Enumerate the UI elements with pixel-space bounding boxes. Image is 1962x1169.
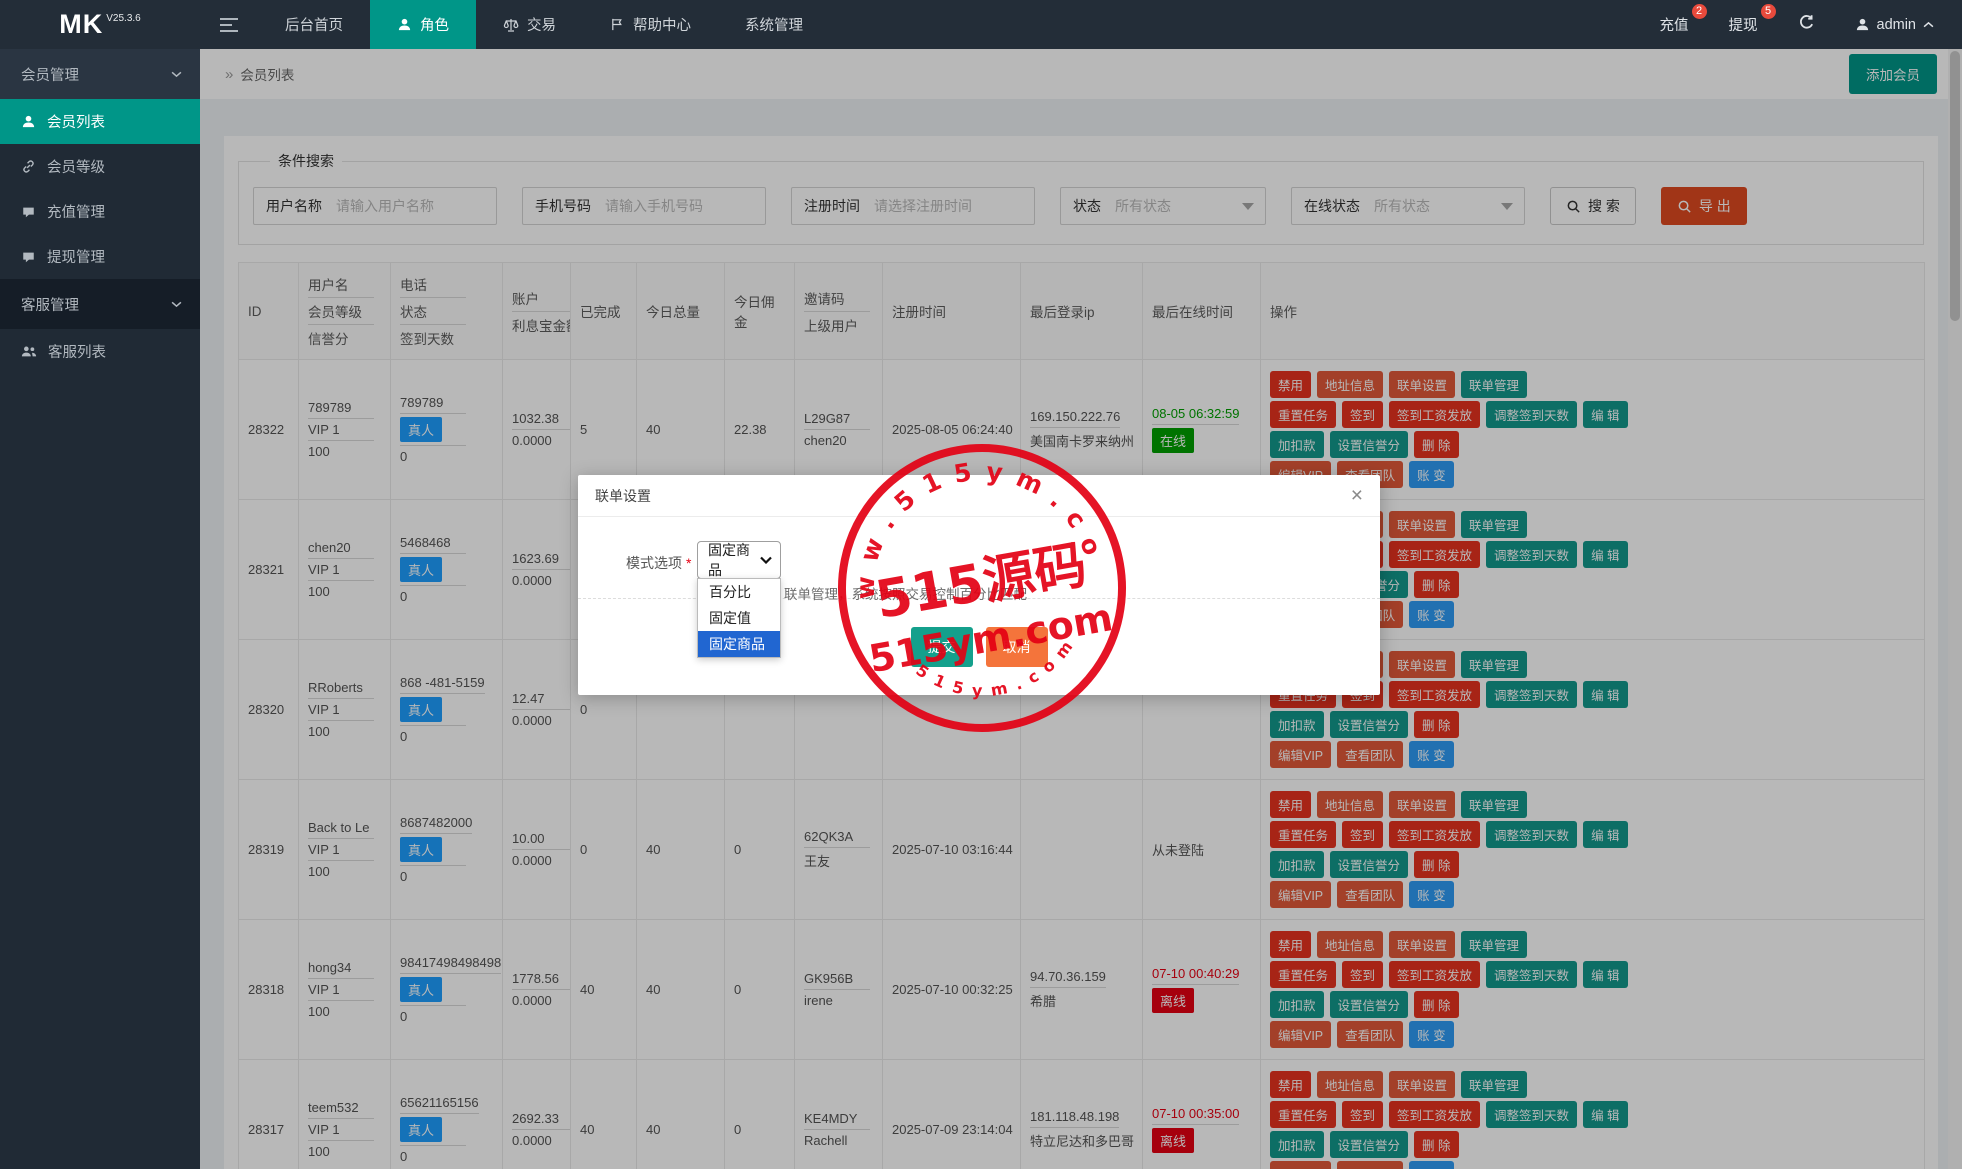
withdraw-count-badge: 5 (1761, 4, 1776, 19)
submit-button[interactable]: 提交 (911, 627, 973, 667)
sidebar-item-recharge-manage[interactable]: 充值管理 (0, 189, 200, 234)
hamburger-icon (220, 18, 238, 32)
service-list-icon (21, 345, 37, 358)
mode-hint-text: 联单管理，系统按照交易控制百分比匹配 (784, 583, 1027, 603)
nav-item-role[interactable]: 角色 (370, 0, 476, 49)
nav-item-label: 系统管理 (745, 14, 803, 35)
top-navbar: MK V25.3.6 后台首页 角色 交易 帮助中心 系统管理 充值2 提现5 admin (0, 0, 1962, 49)
nav-shortcut-withdraw[interactable]: 提现5 (1729, 14, 1758, 35)
withdraw-manage-icon (21, 250, 36, 264)
recharge-count-badge: 2 (1692, 4, 1707, 19)
refresh-button[interactable] (1798, 14, 1815, 35)
select-option-0[interactable]: 百分比 (698, 579, 780, 605)
user-menu[interactable]: admin (1855, 17, 1935, 33)
user-name: admin (1877, 17, 1917, 33)
refresh-icon (1798, 14, 1815, 31)
chevron-down-icon (171, 301, 182, 308)
modal-title: 联单设置 (595, 486, 651, 506)
help-center-icon (610, 17, 625, 32)
navbar-right: 充值2 提现5 admin (1660, 0, 1962, 49)
recharge-manage-icon (21, 205, 36, 219)
sidebar-group-label: 客服管理 (21, 294, 79, 315)
nav-item-label: 后台首页 (285, 14, 343, 35)
chevron-down-icon (760, 556, 772, 564)
sidebar-item-service-list[interactable]: 客服列表 (0, 329, 200, 374)
user-avatar-icon (1855, 17, 1870, 32)
sidebar-item-member-list[interactable]: 会员列表 (0, 99, 200, 144)
sidebar-item-label: 会员列表 (47, 111, 105, 132)
mode-select-dropdown: 百分比固定值固定商品 (697, 578, 781, 658)
select-option-2[interactable]: 固定商品 (698, 631, 780, 657)
mode-select[interactable]: 固定商品 (697, 541, 781, 579)
sidebar-item-label: 会员等级 (47, 156, 105, 177)
app-logo: MK V25.3.6 (0, 0, 200, 49)
nav-item-label: 交易 (527, 14, 556, 35)
nav-item-dashboard[interactable]: 后台首页 (258, 0, 370, 49)
sidebar-item-label: 充值管理 (47, 201, 105, 222)
member-level-icon (21, 159, 36, 174)
sidebar-group-service-manage[interactable]: 客服管理 (0, 279, 200, 329)
modal-header: 联单设置 × (578, 475, 1380, 517)
role-icon (397, 17, 412, 32)
select-option-1[interactable]: 固定值 (698, 605, 780, 631)
sidebar-item-label: 客服列表 (48, 341, 106, 362)
mode-select-value: 固定商品 (708, 540, 760, 580)
sidebar-item-withdraw-manage[interactable]: 提现管理 (0, 234, 200, 279)
nav-item-trade[interactable]: 交易 (476, 0, 583, 49)
sidebar: 会员管理会员列表会员等级充值管理提现管理客服管理客服列表 (0, 49, 200, 1169)
main-menu: 后台首页 角色 交易 帮助中心 系统管理 (258, 0, 830, 49)
required-asterisk: * (686, 555, 691, 571)
modal-body: 模式选项* 固定商品 百分比固定值固定商品 联单管理，系统按照交易控制百分比匹配 (578, 517, 1380, 598)
trade-icon (503, 17, 519, 33)
mode-field-label: 模式选项* (626, 553, 691, 573)
nav-item-label: 角色 (420, 14, 449, 35)
sidebar-group-label: 会员管理 (21, 64, 79, 85)
close-icon[interactable]: × (1351, 485, 1363, 506)
logo-text: MK (59, 9, 103, 40)
logo-version: V25.3.6 (106, 13, 140, 24)
nav-item-label: 帮助中心 (633, 14, 691, 35)
nav-item-system-manage[interactable]: 系统管理 (718, 0, 830, 49)
sidebar-toggle[interactable] (200, 0, 258, 49)
order-settings-modal: 联单设置 × 模式选项* 固定商品 百分比固定值固定商品 联单管理，系统按照交易… (578, 475, 1380, 695)
cancel-button[interactable]: 取消 (986, 627, 1048, 667)
chevron-down-icon (171, 71, 182, 78)
nav-shortcut-recharge[interactable]: 充值2 (1660, 14, 1689, 35)
sidebar-group-member-manage[interactable]: 会员管理 (0, 49, 200, 99)
caret-up-icon (1923, 21, 1934, 28)
nav-item-help-center[interactable]: 帮助中心 (583, 0, 718, 49)
sidebar-item-member-level[interactable]: 会员等级 (0, 144, 200, 189)
member-list-icon (21, 114, 36, 129)
sidebar-item-label: 提现管理 (47, 246, 105, 267)
